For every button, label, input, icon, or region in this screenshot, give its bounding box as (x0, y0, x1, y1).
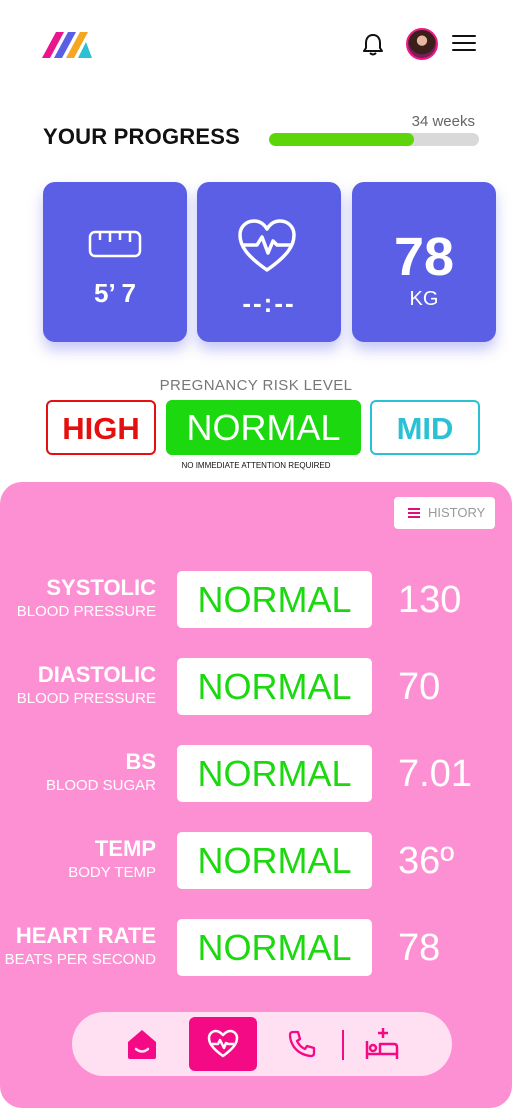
vital-name: DIASTOLIC (37, 662, 156, 687)
vital-subtitle: BLOOD PRESSURE (16, 690, 156, 707)
vital-subtitle: BLOOD SUGAR (45, 777, 156, 794)
ruler-icon (88, 230, 142, 258)
vital-status[interactable]: NORMAL (177, 571, 372, 628)
weight-card[interactable]: 78 KG (352, 182, 496, 342)
height-card[interactable]: 5’ 7 (43, 182, 187, 342)
risk-normal-button[interactable]: NORMAL (166, 400, 361, 455)
vital-row-heart-rate: HEART RATE BEATS PER SECOND NORMAL 78 (0, 919, 512, 977)
vital-value: 78 (398, 927, 441, 969)
vital-value: 36º (398, 840, 455, 882)
vital-name: TEMP (94, 836, 156, 861)
risk-note: NO IMMEDIATE ATTENTION REQUIRED (181, 461, 331, 470)
vital-value: 70 (398, 666, 441, 708)
bell-icon[interactable] (362, 32, 384, 56)
vital-status[interactable]: NORMAL (177, 919, 372, 976)
vital-status[interactable]: NORMAL (177, 832, 372, 889)
brand-logo-icon[interactable] (42, 30, 94, 60)
hospital-bed-icon (365, 1028, 399, 1059)
list-icon (408, 508, 420, 518)
vital-label: BS BLOOD SUGAR (46, 749, 156, 794)
risk-high-button[interactable]: HIGH (46, 400, 156, 455)
weeks-label: 34 weeks (411, 113, 475, 130)
progress-bar-fill (269, 133, 414, 146)
home-icon (128, 1030, 156, 1059)
heartbeat-card[interactable]: --:-- (197, 182, 341, 342)
hamburger-menu-icon[interactable] (452, 35, 476, 53)
nav-health[interactable] (189, 1017, 257, 1071)
vital-subtitle: BLOOD PRESSURE (16, 603, 156, 620)
heartbeat-value: --:-- (242, 288, 296, 318)
vital-row-temp: TEMP BODY TEMP NORMAL 36º (0, 832, 512, 890)
heart-monitor-icon (207, 1029, 239, 1058)
weight-value: 78 (393, 227, 455, 287)
user-avatar[interactable] (406, 28, 438, 60)
vital-label: TEMP BODY TEMP (68, 836, 156, 881)
vital-status[interactable]: NORMAL (177, 658, 372, 715)
vital-subtitle: BEATS PER SECOND (4, 951, 156, 968)
risk-mid-button[interactable]: MID (370, 400, 480, 455)
vital-name: SYSTOLIC (46, 575, 156, 600)
heartbeat-icon (238, 219, 296, 272)
progress-title: YOUR PROGRESS (43, 124, 240, 149)
bottom-nav (72, 1012, 452, 1076)
height-value: 5’ 7 (94, 278, 136, 308)
vital-label: DIASTOLIC BLOOD PRESSURE (17, 662, 156, 707)
vital-value: 7.01 (398, 753, 472, 795)
history-label: HISTORY (428, 505, 486, 520)
nav-hospital[interactable] (352, 1012, 412, 1076)
vital-label: SYSTOLIC BLOOD PRESSURE (17, 575, 156, 620)
vital-row-diastolic: DIASTOLIC BLOOD PRESSURE NORMAL 70 (0, 658, 512, 716)
nav-divider (342, 1030, 344, 1060)
weight-unit: KG (409, 288, 439, 310)
vital-label: HEART RATE BEATS PER SECOND (5, 923, 156, 968)
vital-status[interactable]: NORMAL (177, 745, 372, 802)
risk-level-label: PREGNANCY RISK LEVEL (159, 377, 353, 394)
history-button[interactable]: HISTORY (394, 497, 495, 529)
phone-icon (288, 1030, 316, 1058)
vital-row-blood-sugar: BS BLOOD SUGAR NORMAL 7.01 (0, 745, 512, 803)
progress-bar (269, 133, 479, 146)
vital-name: HEART RATE (15, 923, 156, 948)
vital-row-systolic: SYSTOLIC BLOOD PRESSURE NORMAL 130 (0, 571, 512, 629)
app-header (0, 0, 512, 90)
vital-value: 130 (398, 579, 462, 621)
nav-home[interactable] (112, 1012, 172, 1076)
vital-subtitle: BODY TEMP (68, 864, 156, 881)
vital-name: BS (125, 749, 156, 774)
nav-call[interactable] (272, 1012, 332, 1076)
